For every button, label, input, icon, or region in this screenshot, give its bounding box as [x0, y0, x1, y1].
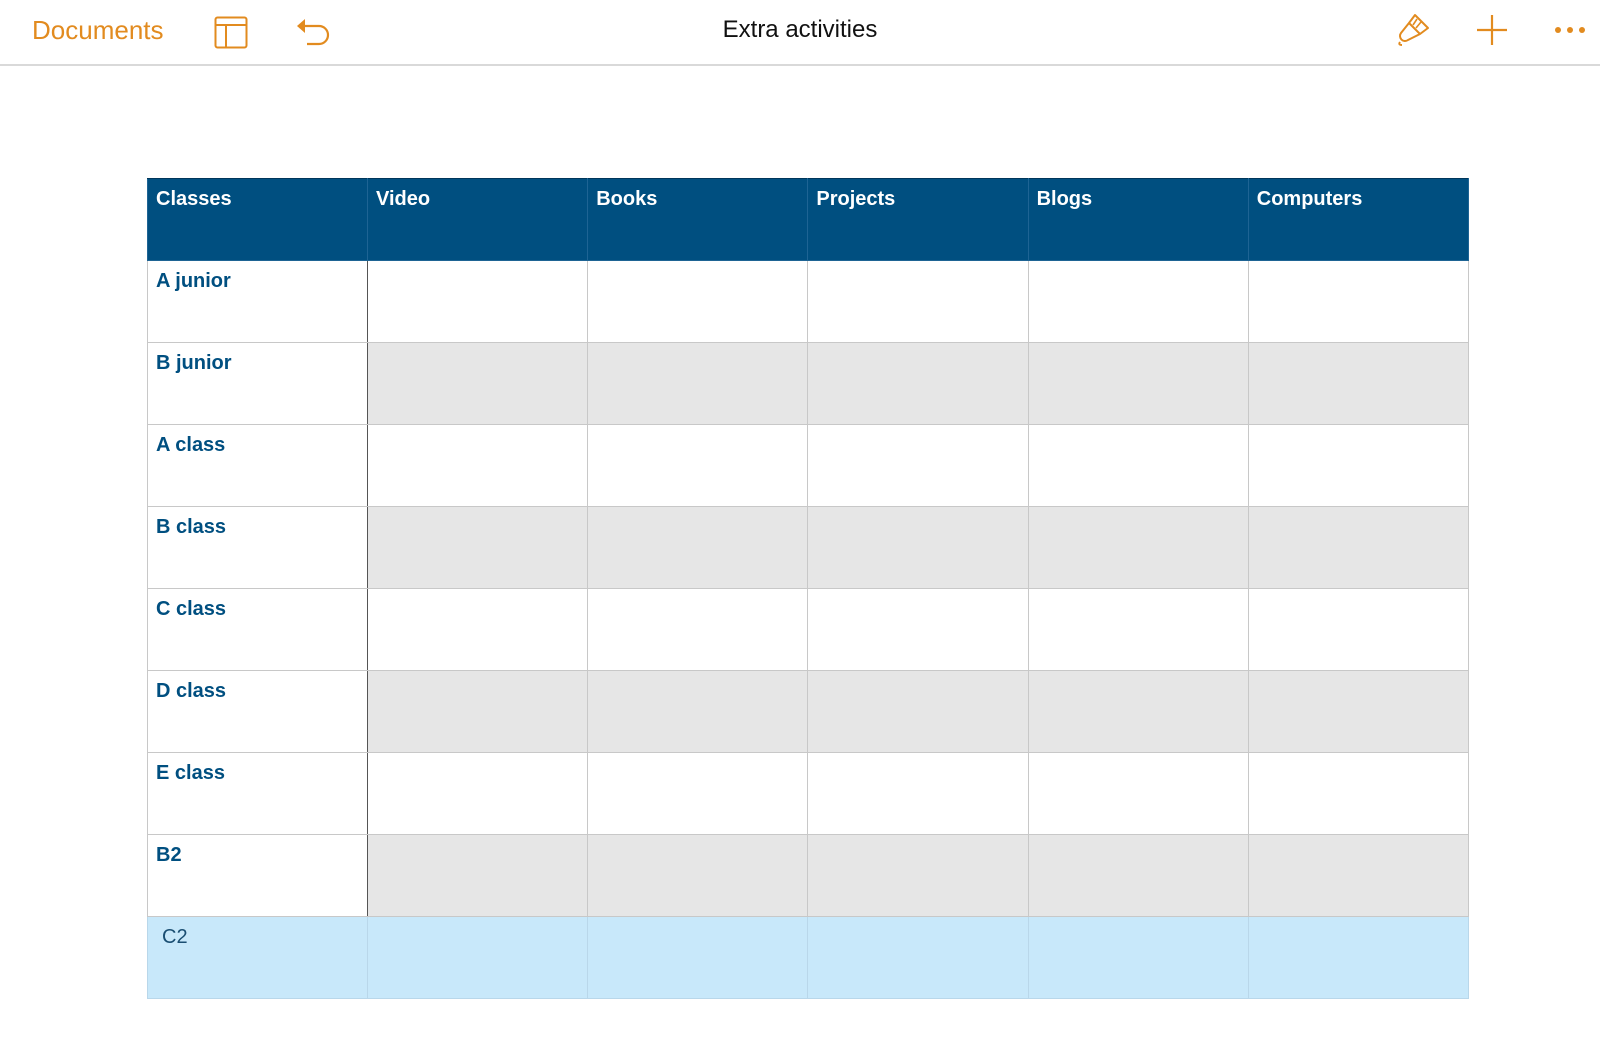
spreadsheet-table: Classes Video Books Projects Blogs Compu…	[147, 178, 1469, 999]
table-row: A junior	[147, 260, 1469, 343]
table-cell[interactable]	[587, 670, 809, 753]
table-cell[interactable]	[366, 752, 589, 835]
column-header-projects[interactable]: Projects	[807, 178, 1029, 261]
plus-icon[interactable]	[1474, 10, 1510, 50]
column-header-books[interactable]: Books	[587, 178, 809, 261]
table-cell[interactable]	[587, 834, 809, 917]
table-cell[interactable]	[1247, 670, 1469, 753]
column-header-classes[interactable]: Classes	[147, 178, 368, 261]
table-row: B class	[147, 506, 1469, 589]
table-cell[interactable]	[587, 260, 809, 343]
sidebar-icon[interactable]	[212, 14, 250, 50]
table-cell[interactable]	[807, 342, 1029, 425]
row-header-cell[interactable]: A junior	[147, 260, 368, 343]
row-header-cell[interactable]: B2	[147, 834, 368, 917]
table-cell[interactable]	[366, 670, 589, 753]
more-icon[interactable]	[1552, 18, 1588, 42]
table-cell[interactable]	[807, 424, 1029, 507]
table-cell[interactable]	[1027, 506, 1249, 589]
table-cell[interactable]	[366, 834, 589, 917]
column-header-blogs[interactable]: Blogs	[1027, 178, 1249, 261]
table-cell[interactable]	[1027, 424, 1249, 507]
table-row: E class	[147, 752, 1469, 835]
table-cell[interactable]	[807, 916, 1029, 999]
column-header-video[interactable]: Video	[366, 178, 589, 261]
table-cell[interactable]	[1027, 670, 1249, 753]
row-header-cell[interactable]: B class	[147, 506, 368, 589]
selected-table-row: C2	[147, 916, 1469, 999]
row-header-cell[interactable]: A class	[147, 424, 368, 507]
table-cell[interactable]	[587, 424, 809, 507]
header-row: Classes Video Books Projects Blogs Compu…	[147, 178, 1469, 261]
table-cell[interactable]	[1027, 916, 1249, 999]
undo-icon[interactable]	[294, 12, 334, 48]
table-cell[interactable]	[587, 506, 809, 589]
table-cell[interactable]	[807, 752, 1029, 835]
table-cell[interactable]	[1027, 260, 1249, 343]
table-row: D class	[147, 670, 1469, 753]
toolbar: Documents Extra activities	[0, 0, 1600, 66]
table-cell[interactable]	[587, 916, 809, 999]
column-header-computers[interactable]: Computers	[1247, 178, 1469, 261]
row-header-cell[interactable]: C2	[147, 916, 368, 999]
table-cell[interactable]	[1247, 424, 1469, 507]
table-cell[interactable]	[1247, 342, 1469, 425]
row-header-cell[interactable]: C class	[147, 588, 368, 671]
table-cell[interactable]	[587, 342, 809, 425]
table-cell[interactable]	[1027, 342, 1249, 425]
table-row: C class	[147, 588, 1469, 671]
table-cell[interactable]	[807, 588, 1029, 671]
table-row: B2	[147, 834, 1469, 917]
table-cell[interactable]	[1247, 588, 1469, 671]
row-header-cell[interactable]: B junior	[147, 342, 368, 425]
table-cell[interactable]	[366, 424, 589, 507]
table-cell[interactable]	[366, 916, 589, 999]
table-cell[interactable]	[1027, 834, 1249, 917]
documents-button[interactable]: Documents	[32, 14, 164, 46]
table-cell[interactable]	[1027, 588, 1249, 671]
table-cell[interactable]	[587, 588, 809, 671]
table-row: A class	[147, 424, 1469, 507]
table-cell[interactable]	[1247, 834, 1469, 917]
table-cell[interactable]	[1027, 752, 1249, 835]
table-cell[interactable]	[366, 342, 589, 425]
table-cell[interactable]	[807, 506, 1029, 589]
table-cell[interactable]	[807, 260, 1029, 343]
table-cell[interactable]	[1247, 916, 1469, 999]
table-cell[interactable]	[366, 260, 589, 343]
row-header-cell[interactable]: D class	[147, 670, 368, 753]
table-cell[interactable]	[1247, 752, 1469, 835]
paintbrush-icon[interactable]	[1394, 10, 1434, 50]
table-cell[interactable]	[1247, 506, 1469, 589]
table-cell[interactable]	[366, 588, 589, 671]
table-cell[interactable]	[366, 506, 589, 589]
table-cell[interactable]	[807, 834, 1029, 917]
table-cell[interactable]	[1247, 260, 1469, 343]
table-cell[interactable]	[587, 752, 809, 835]
table-row: B junior	[147, 342, 1469, 425]
row-header-cell[interactable]: E class	[147, 752, 368, 835]
table-cell[interactable]	[807, 670, 1029, 753]
